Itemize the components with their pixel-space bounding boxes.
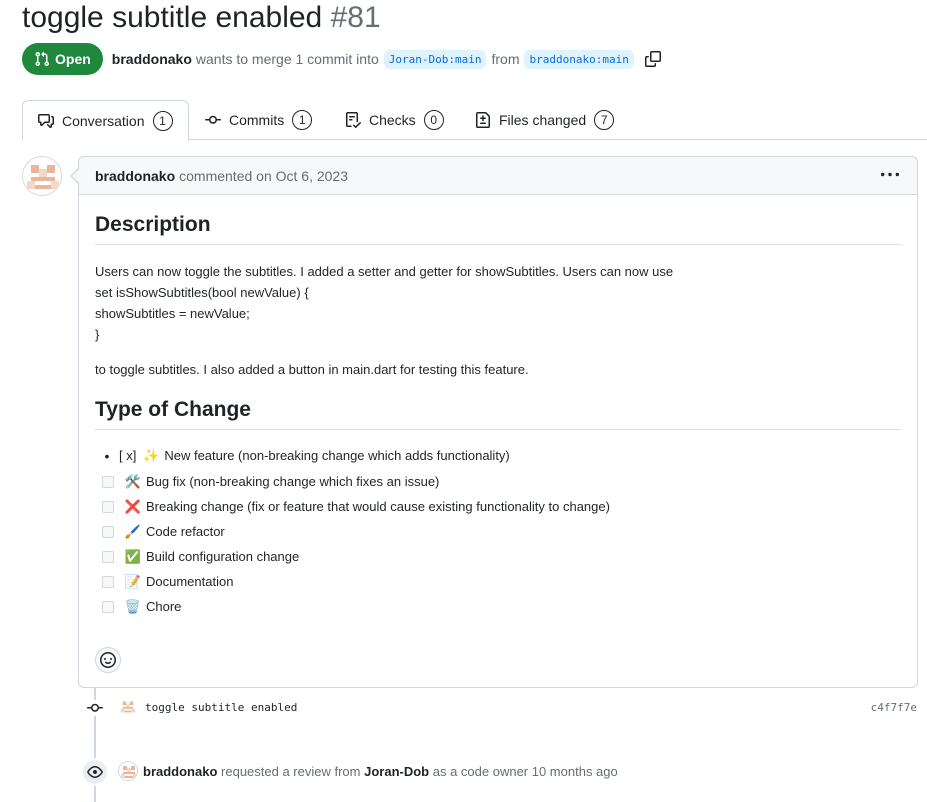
task-checkbox[interactable] (102, 600, 114, 613)
task-checkbox[interactable] (102, 475, 114, 488)
tools-icon: 🛠️ (124, 473, 142, 489)
commit-author-avatar[interactable] (119, 698, 137, 716)
copy-icon[interactable] (644, 51, 661, 67)
description-line-4: } (95, 327, 100, 342)
base-branch[interactable]: Joran-Dob:main (383, 49, 487, 69)
description-paragraph: Users can now toggle the subtitles. I ad… (95, 261, 901, 345)
tab-checks-label: Checks (369, 112, 416, 128)
git-commit-icon (86, 700, 104, 716)
list-item-text: New feature (non-breaking change which a… (164, 448, 510, 463)
head-branch[interactable]: braddonako:main (524, 49, 634, 69)
sparkles-icon: ✨ (143, 447, 160, 463)
tab-commits[interactable]: Commits 1 (205, 100, 313, 140)
comment-timestamp: commented on Oct 6, 2023 (179, 167, 348, 184)
reviewer-link[interactable]: Joran-Dob (364, 764, 429, 779)
description-line-1: Users can now toggle the subtitles. I ad… (95, 264, 674, 279)
pr-title-text: toggle subtitle enabled (22, 1, 323, 34)
check-mark-button-icon: ✅ (124, 548, 142, 564)
task-item: 🛠️ Bug fix (non-breaking change which fi… (95, 469, 901, 494)
task-checkbox[interactable] (102, 525, 114, 538)
commit-sha-link[interactable]: c4f7f7e (871, 701, 917, 714)
tab-files-changed-count: 7 (594, 110, 615, 130)
task-item-text: Code refactor (146, 524, 225, 539)
comment-arrow-inner (72, 169, 79, 183)
review-text-2: as a code owner 10 months ago (432, 764, 618, 779)
wastebasket-icon: 🗑️ (124, 598, 142, 614)
merge-text: wants to merge 1 commit into (195, 51, 379, 67)
kebab-menu-icon[interactable] (881, 166, 899, 187)
reviewer-requester-avatar[interactable] (118, 761, 138, 781)
bullet: • (104, 447, 110, 464)
description-line-2: set isShowSubtitles(bool newValue) { (95, 285, 309, 300)
task-checkbox[interactable] (102, 500, 114, 513)
eye-icon (81, 758, 109, 786)
pull-request-icon (35, 51, 50, 67)
task-item-text: Chore (146, 599, 182, 614)
list-item: • [ x] ✨ New feature (non-breaking chang… (95, 442, 901, 469)
tab-commits-label: Commits (229, 112, 285, 128)
memo-icon: 📝 (124, 573, 142, 589)
state-badge: Open (22, 43, 103, 75)
timeline-review-request: braddonako requested a review from Joran… (0, 758, 927, 786)
description-paragraph-2: to toggle subtitles. I also added a butt… (95, 362, 529, 377)
timeline-commit: toggle subtitle enabled c4f7f7e (0, 697, 927, 719)
comment-card: braddonako commented on Oct 6, 2023 Desc… (78, 156, 918, 688)
task-item-text: Bug fix (non-breaking change which fixes… (146, 474, 440, 489)
heading-description: Description (95, 195, 901, 245)
heading-type-of-change: Type of Change (95, 380, 901, 430)
git-commit-icon (205, 115, 221, 124)
tab-checks-count: 0 (423, 110, 444, 130)
description-line-3: showSubtitles = newValue; (95, 306, 250, 321)
cross-mark-icon: ❌ (124, 498, 142, 514)
add-reaction-button[interactable] (95, 647, 121, 673)
comment-discussion-icon (38, 113, 54, 128)
task-item-text: Build configuration change (146, 549, 300, 564)
task-checkbox[interactable] (102, 550, 114, 563)
comment-author-link[interactable]: braddonako (95, 168, 175, 184)
change-type-list: • [ x] ✨ New feature (non-breaking chang… (95, 442, 901, 619)
task-item-text: Documentation (146, 574, 234, 589)
task-item-text: Breaking change (fix or feature that wou… (146, 499, 610, 514)
review-actor-link[interactable]: braddonako (143, 764, 217, 779)
tab-files-changed-label: Files changed (499, 112, 587, 128)
author-avatar[interactable] (22, 156, 62, 196)
comment-header: braddonako commented on Oct 6, 2023 (79, 157, 917, 195)
tab-checks[interactable]: Checks 0 (345, 100, 444, 140)
tab-commits-count: 1 (292, 110, 313, 130)
merge-description: braddonako wants to merge 1 commit into … (112, 49, 661, 69)
task-item: 🖌️ Code refactor (95, 519, 901, 544)
pr-number: #81 (330, 1, 381, 34)
task-checkbox[interactable] (102, 575, 114, 588)
tab-conversation-label: Conversation (62, 112, 145, 129)
review-text-1: requested a review from (221, 764, 361, 779)
smiley-icon (100, 652, 116, 668)
task-item: 🗑️ Chore (95, 594, 901, 619)
list-item-prefix: [ x] (119, 448, 137, 463)
tab-files-changed[interactable]: Files changed 7 (475, 100, 615, 140)
commit-message-link[interactable]: toggle subtitle enabled (145, 701, 297, 714)
tab-conversation[interactable]: Conversation 1 (22, 100, 189, 141)
review-request-text: braddonako requested a review from Joran… (143, 764, 618, 779)
comment-body: Description Users can now toggle the sub… (79, 195, 917, 619)
state-label: Open (55, 51, 91, 67)
from-text: from (491, 51, 520, 67)
paintbrush-icon: 🖌️ (124, 523, 142, 539)
pr-tabs: Conversation 1 Commits 1 Checks 0 Files … (22, 100, 927, 141)
checklist-icon (346, 112, 361, 128)
pr-title: toggle subtitle enabled #81 (22, 0, 381, 36)
tab-conversation-count: 1 (152, 110, 173, 131)
pr-meta: Open braddonako wants to merge 1 commit … (22, 43, 661, 75)
pr-author-link[interactable]: braddonako (112, 51, 192, 67)
task-item: 📝 Documentation (95, 569, 901, 594)
file-diff-icon (476, 112, 490, 128)
task-item: ❌ Breaking change (fix or feature that w… (95, 494, 901, 519)
task-item: ✅ Build configuration change (95, 544, 901, 569)
